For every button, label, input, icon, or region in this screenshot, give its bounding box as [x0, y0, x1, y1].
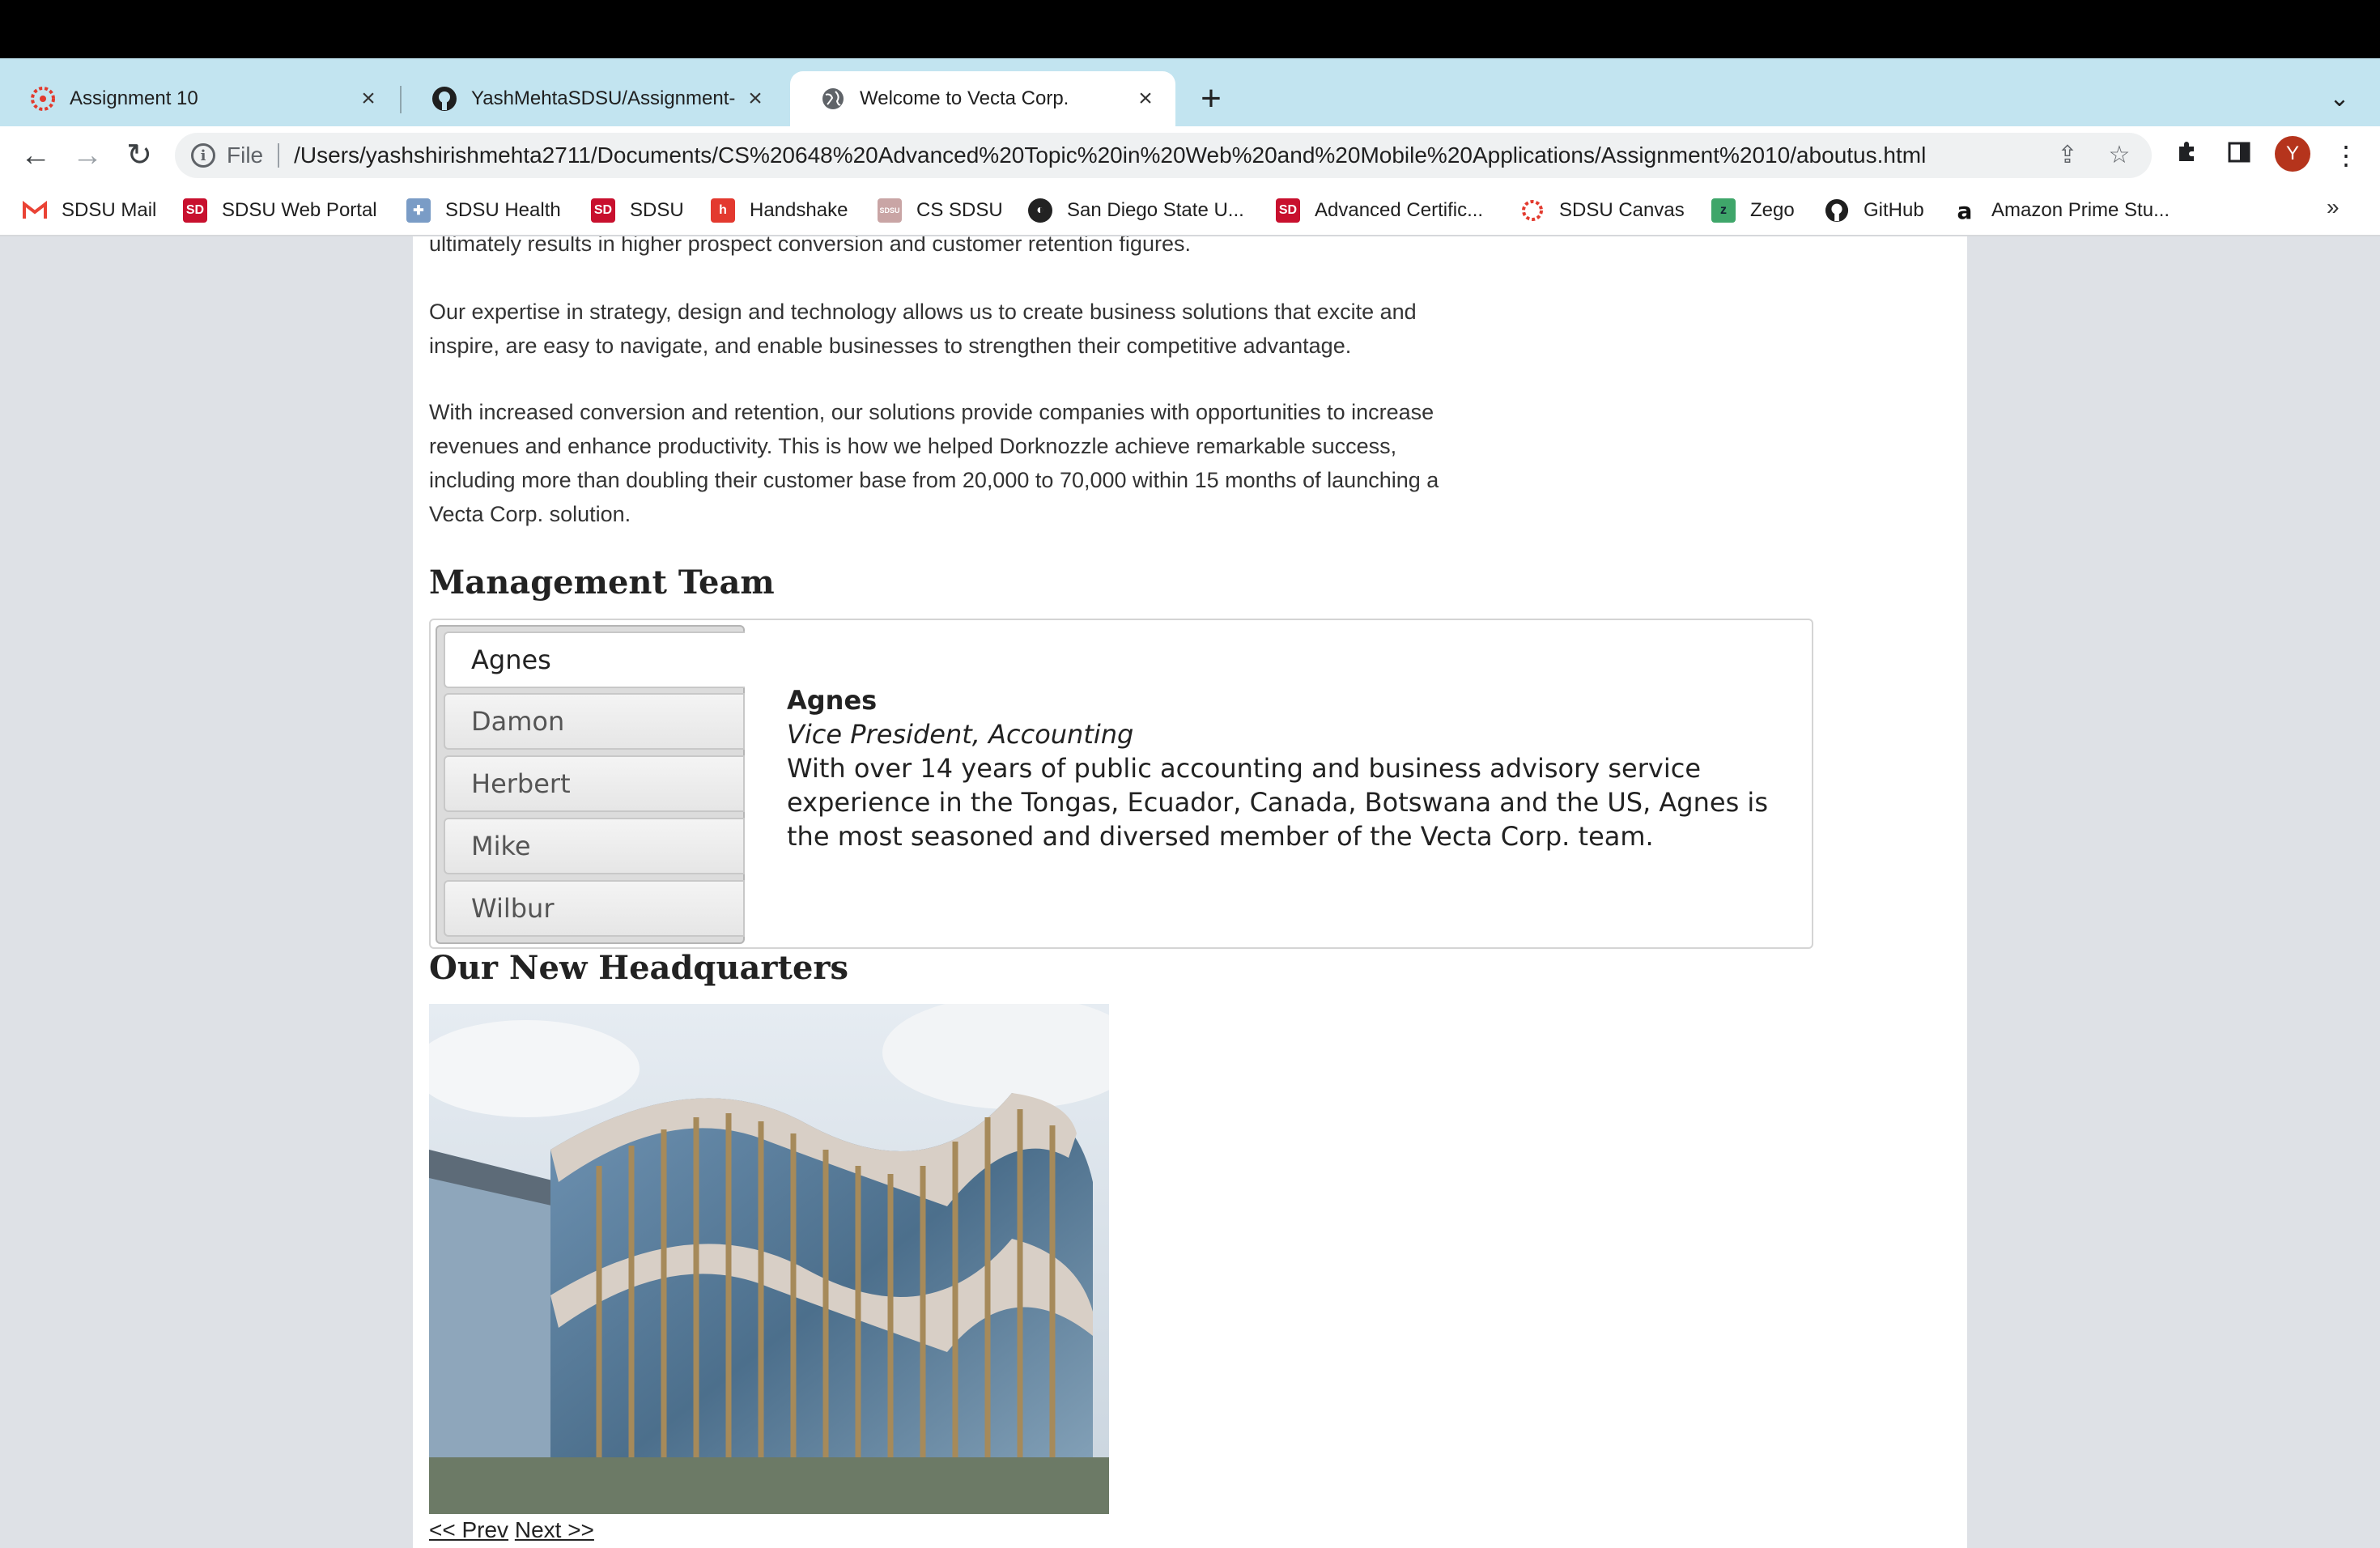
tab-vecta-corp[interactable]: Welcome to Vecta Corp. × — [790, 71, 1175, 126]
tab-title: Assignment 10 — [70, 87, 198, 109]
bookmark-github[interactable]: GitHub — [1825, 194, 1924, 227]
browser-toolbar: ← → ↻ i File /Users/yashshirishmehta2711… — [0, 126, 2380, 185]
page-viewport: ultimately results in higher prospect co… — [0, 236, 2380, 1548]
member-bio: With over 14 years of public accounting … — [787, 753, 1768, 852]
team-tab-mike[interactable]: Mike — [444, 818, 745, 874]
bookmark-label: San Diego State U... — [1067, 199, 1244, 221]
cs-icon: SDSU — [878, 198, 902, 223]
member-name: Agnes — [787, 685, 878, 716]
sdsu-icon: SD — [591, 198, 615, 223]
bookmark-sdsu-mail[interactable]: SDSU Mail — [23, 194, 156, 227]
globe-icon: ◐ — [1028, 198, 1052, 223]
info-icon[interactable]: i — [191, 143, 215, 168]
management-team-tabs: Agnes Damon Herbert Mike Wilbur Agnes Vi… — [429, 619, 1813, 949]
os-top-bar — [0, 0, 2380, 58]
bookmark-advanced-certificate[interactable]: SD Advanced Certific... — [1276, 194, 1483, 227]
bookmark-label: SDSU Canvas — [1559, 199, 1685, 221]
address-divider — [278, 143, 280, 168]
bookmark-label: Zego — [1750, 199, 1795, 221]
new-tab-button[interactable]: + — [1192, 81, 1230, 120]
sdsu-icon: SD — [1276, 198, 1300, 223]
team-tab-agnes[interactable]: Agnes — [444, 632, 745, 688]
conversion-paragraph: With increased conversion and retention,… — [429, 400, 1439, 526]
side-panel-icon[interactable] — [2221, 138, 2257, 173]
gallery-nav: << Prev Next >> — [429, 1517, 594, 1543]
globe-icon — [819, 85, 847, 113]
bookmark-label: Advanced Certific... — [1315, 199, 1484, 221]
menu-icon[interactable]: ⋮ — [2328, 138, 2364, 173]
bookmark-amazon-prime[interactable]: a Amazon Prime Stu... — [1953, 194, 2170, 227]
back-button[interactable]: ← — [16, 136, 55, 175]
canvas-icon — [29, 85, 57, 113]
tab-assignment-10[interactable]: Assignment 10 × — [0, 71, 398, 126]
bookmark-label: SDSU — [630, 199, 684, 221]
bookmark-cs-sdsu[interactable]: SDSU CS SDSU — [878, 194, 1003, 227]
close-icon[interactable]: × — [356, 87, 380, 111]
bookmark-sdsu[interactable]: SD SDSU — [591, 194, 684, 227]
health-icon: ✚ — [406, 198, 431, 223]
avatar[interactable]: Y — [2275, 136, 2310, 172]
tab-github-repo[interactable]: YashMehtaSDSU/Assignment- × — [402, 71, 785, 126]
team-tab-damon[interactable]: Damon — [444, 693, 745, 750]
bookmark-label: SDSU Health — [445, 199, 561, 221]
canvas-icon — [1520, 198, 1545, 223]
address-bar[interactable]: i File /Users/yashshirishmehta2711/Docum… — [175, 133, 2152, 178]
headquarters-heading: Our New Headquarters — [429, 949, 848, 987]
handshake-icon: h — [711, 198, 735, 223]
extensions-icon[interactable] — [2170, 138, 2205, 173]
tab-strip: Assignment 10 × YashMehtaSDSU/Assignment… — [0, 58, 2380, 126]
close-icon[interactable]: × — [743, 87, 767, 111]
chevron-down-icon[interactable]: ⌄ — [2323, 84, 2356, 117]
bookmark-label: CS SDSU — [916, 199, 1003, 221]
bookmark-sdsu-web-portal[interactable]: SD SDSU Web Portal — [183, 194, 377, 227]
team-tab-wilbur[interactable]: Wilbur — [444, 880, 745, 937]
amazon-icon: a — [1957, 197, 1973, 224]
management-team-heading: Management Team — [429, 563, 775, 602]
url-scheme: File — [227, 142, 264, 168]
forward-button[interactable]: → — [68, 136, 107, 175]
bookmark-handshake[interactable]: h Handshake — [711, 194, 848, 227]
team-tab-herbert[interactable]: Herbert — [444, 755, 745, 812]
bookmark-sdsu-health[interactable]: ✚ SDSU Health — [406, 194, 561, 227]
gmail-icon — [23, 198, 47, 223]
bookmark-label: GitHub — [1864, 199, 1924, 221]
share-icon[interactable]: ⇪ — [2051, 139, 2084, 172]
bookmark-label: Amazon Prime Stu... — [1991, 199, 2170, 221]
bookmark-label: SDSU Mail — [62, 199, 157, 221]
url-text[interactable]: /Users/yashshirishmehta2711/Documents/CS… — [294, 142, 2032, 168]
next-link[interactable]: Next >> — [515, 1517, 594, 1542]
bookmark-zego[interactable]: z Zego — [1711, 194, 1795, 227]
tab-title: Welcome to Vecta Corp. — [860, 87, 1069, 109]
reload-button[interactable]: ↻ — [120, 136, 159, 175]
team-member-panel: Agnes Vice President, Accounting With ov… — [787, 683, 1783, 853]
zego-icon: z — [1711, 198, 1736, 223]
bookmark-label: SDSU Web Portal — [222, 199, 377, 221]
team-tab-list: Agnes Damon Herbert Mike Wilbur — [436, 625, 745, 944]
bookmark-label: Handshake — [750, 199, 848, 221]
prev-link[interactable]: << Prev — [429, 1517, 508, 1542]
expertise-paragraph: Our expertise in strategy, design and te… — [429, 300, 1417, 358]
bookmark-sdsu-canvas[interactable]: SDSU Canvas — [1520, 194, 1685, 227]
bookmarks-bar: SDSU Mail SD SDSU Web Portal ✚ SDSU Heal… — [0, 185, 2380, 236]
github-icon — [431, 85, 458, 113]
tab-title: YashMehtaSDSU/Assignment- — [471, 87, 736, 109]
close-icon[interactable]: × — [1133, 87, 1158, 111]
star-icon[interactable]: ☆ — [2103, 139, 2136, 172]
sdsu-icon: SD — [183, 198, 207, 223]
bookmark-san-diego-state[interactable]: ◐ San Diego State U... — [1028, 194, 1244, 227]
headquarters-photo — [429, 1004, 1109, 1514]
github-icon — [1825, 198, 1849, 223]
more-bookmarks-button[interactable]: » — [2327, 194, 2340, 220]
intro-paragraph-partial: ultimately results in higher prospect co… — [429, 236, 1191, 256]
member-role: Vice President, Accounting — [787, 719, 1134, 750]
page-body: ultimately results in higher prospect co… — [413, 236, 1967, 1548]
